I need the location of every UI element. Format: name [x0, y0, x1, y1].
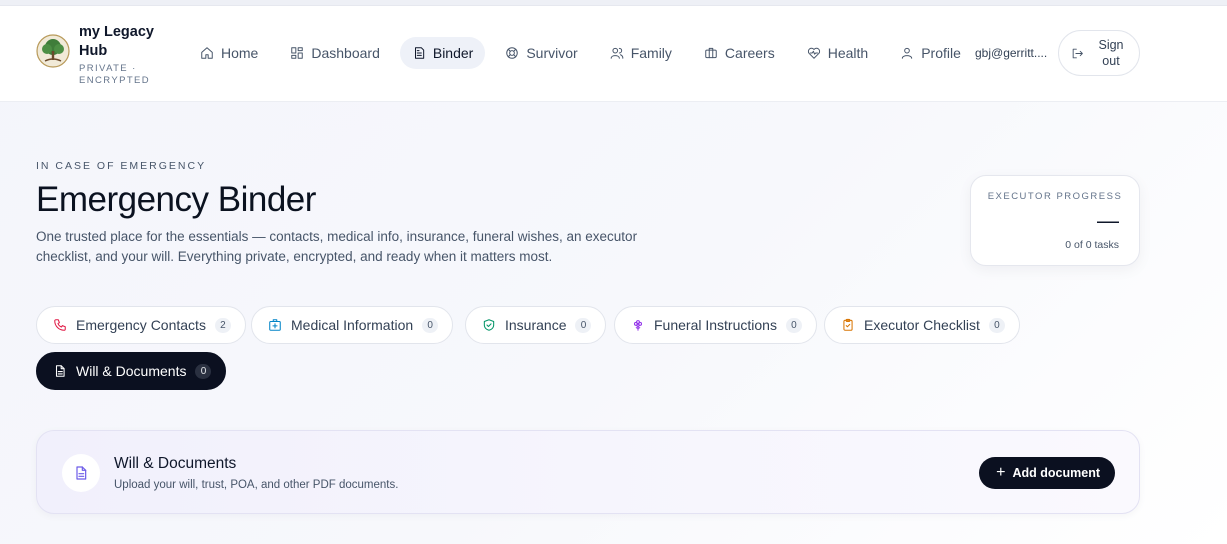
- sign-out-button[interactable]: Sign out: [1058, 30, 1140, 76]
- nav-item-label: Profile: [921, 45, 961, 61]
- nav-item-dashboard[interactable]: Dashboard: [278, 37, 392, 69]
- lifebuoy-icon: [506, 47, 519, 59]
- tab-count-badge: 0: [785, 317, 802, 333]
- tab-count-badge: 2: [214, 317, 231, 333]
- nav-item-careers[interactable]: Careers: [692, 37, 787, 69]
- flower-icon: [633, 320, 643, 331]
- nav-item-family[interactable]: Family: [598, 37, 684, 69]
- home-icon: [201, 47, 213, 59]
- tab-will-documents[interactable]: Will & Documents 0: [36, 352, 227, 390]
- hospital-icon: [269, 319, 281, 331]
- nav-item-binder[interactable]: Binder: [399, 37, 486, 69]
- add-document-button[interactable]: + Add document: [979, 457, 1115, 489]
- nav-item-label: Health: [827, 45, 869, 61]
- briefcase-icon: [705, 47, 717, 59]
- tab-executor-checklist[interactable]: Executor Checklist 0: [824, 306, 1020, 344]
- nav-item-label: Careers: [724, 45, 775, 61]
- tab-funeral-instructions[interactable]: Funeral Instructions 0: [614, 306, 817, 344]
- sign-out-label: Sign out: [1098, 38, 1124, 68]
- tab-label: Insurance: [505, 317, 567, 333]
- tab-count-badge: 0: [422, 317, 439, 333]
- brand[interactable]: my Legacy Hub PRIVATE · ENCRYPTED: [36, 23, 159, 87]
- executor-progress-value: —: [1097, 208, 1119, 233]
- page-eyebrow: IN CASE OF EMERGENCY: [36, 160, 207, 172]
- document-icon: [76, 466, 87, 480]
- nav-item-profile[interactable]: Profile: [888, 37, 973, 69]
- user-icon: [902, 47, 913, 59]
- will-documents-section: Will & Documents Upload your will, trust…: [36, 430, 1140, 514]
- tab-label: Executor Checklist: [864, 317, 980, 333]
- clipboard-icon: [843, 318, 853, 331]
- tab-insurance[interactable]: Insurance 0: [465, 306, 607, 344]
- dashboard-icon: [291, 47, 304, 59]
- binder-icon: [414, 47, 425, 59]
- nav-item-health[interactable]: Health: [795, 37, 880, 69]
- executor-progress-card: EXECUTOR PROGRESS — 0 of 0 tasks: [970, 175, 1140, 266]
- section-title: Will & Documents: [114, 455, 237, 472]
- tab-medical-information[interactable]: Medical Information 0: [251, 306, 454, 344]
- nav-item-home[interactable]: Home: [188, 37, 270, 69]
- main-nav: Home Dashboard Binder Survivor Family Ca…: [188, 37, 981, 69]
- family-icon: [610, 47, 624, 59]
- tab-count-badge: 0: [988, 317, 1005, 333]
- tab-count-badge: 0: [575, 317, 592, 333]
- page-title: Emergency Binder: [36, 180, 316, 219]
- section-icon-wrapper: [62, 454, 100, 492]
- add-document-label: Add document: [1012, 466, 1101, 480]
- tab-label: Funeral Instructions: [654, 317, 777, 333]
- top-navbar: my Legacy Hub PRIVATE · ENCRYPTED Home D…: [0, 6, 1227, 102]
- tab-emergency-contacts[interactable]: Emergency Contacts 2: [36, 306, 246, 344]
- executor-progress-label: EXECUTOR PROGRESS: [987, 191, 1123, 202]
- nav-item-label: Dashboard: [311, 45, 380, 61]
- tab-count-badge: 0: [195, 363, 212, 379]
- document-icon: [55, 365, 65, 377]
- user-email: gbj@gerritt....: [975, 46, 1048, 60]
- logout-icon: [1072, 48, 1083, 58]
- page-description: One trusted place for the essentials — c…: [36, 229, 638, 264]
- tab-label: Emergency Contacts: [76, 317, 206, 333]
- section-subtitle: Upload your will, trust, POA, and other …: [114, 479, 399, 491]
- nav-item-label: Home: [221, 45, 259, 61]
- nav-item-label: Binder: [432, 45, 474, 61]
- nav-item-label: Survivor: [526, 45, 578, 61]
- nav-item-label: Family: [630, 45, 672, 61]
- shield-icon: [483, 319, 495, 331]
- plus-icon: +: [996, 464, 1006, 481]
- tab-label: Will & Documents: [76, 363, 187, 379]
- tree-logo-icon: [36, 34, 70, 68]
- brand-subtitle: PRIVATE · ENCRYPTED: [79, 63, 151, 86]
- tab-label: Medical Information: [291, 317, 414, 333]
- brand-name: my Legacy Hub: [79, 24, 154, 59]
- nav-item-survivor[interactable]: Survivor: [493, 37, 589, 69]
- phone-icon: [54, 319, 66, 331]
- executor-progress-tasks: 0 of 0 tasks: [1065, 239, 1119, 251]
- heart-pulse-icon: [807, 47, 820, 59]
